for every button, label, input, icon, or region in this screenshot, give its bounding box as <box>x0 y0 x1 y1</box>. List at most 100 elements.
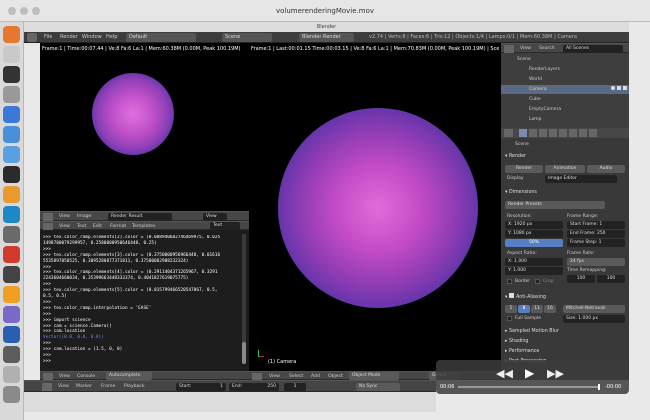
resolution-percentage-field[interactable]: 50% <box>505 239 563 247</box>
rewind-icon[interactable]: ◀◀ <box>496 367 513 380</box>
outliner-item-cube[interactable]: Cube <box>529 96 541 103</box>
3d-viewport[interactable]: Frame:1 | Last:00:01.15 Time:00:03.15 | … <box>249 43 501 371</box>
visibility-eye-icon[interactable] <box>611 86 615 90</box>
render-camera-icon[interactable] <box>623 86 627 90</box>
border-checkbox-box[interactable] <box>507 279 512 284</box>
vlc-icon[interactable] <box>3 186 20 203</box>
console-editor-icon[interactable] <box>43 373 53 380</box>
outliner-tree[interactable]: Scene RenderLayers World Camera Cube Emp… <box>501 53 629 128</box>
layout-selector[interactable]: Default <box>126 33 196 42</box>
folder-icon[interactable] <box>3 366 20 383</box>
outliner-editor-icon[interactable] <box>504 45 514 53</box>
full-sample-checkbox[interactable]: Full Sample <box>507 315 541 322</box>
console-scrollbar[interactable] <box>242 234 246 364</box>
scene-tab-icon[interactable] <box>539 129 547 137</box>
render-tab-icon[interactable] <box>519 129 527 137</box>
dimensions-section-header[interactable]: ▾ Dimensions <box>505 189 537 197</box>
performance-section-header[interactable]: ▸ Performance <box>505 348 539 356</box>
view-selector[interactable]: View <box>203 213 227 221</box>
properties-editor-icon[interactable] <box>504 129 513 137</box>
outliner-filter[interactable]: All Scenes <box>563 45 623 53</box>
material-tab-icon[interactable] <box>589 129 597 137</box>
menu-help[interactable]: Help <box>106 32 117 43</box>
properties-panel[interactable]: Scene ▾ Render Render Animation Audio Di… <box>501 138 629 380</box>
aa-samples-5[interactable]: 5 <box>505 305 517 313</box>
outliner-item-world[interactable]: World <box>529 76 542 83</box>
crop-checkbox-box[interactable] <box>535 279 540 284</box>
end-frame-prop-field[interactable]: End Frame: 250 <box>567 230 625 238</box>
aspect-x-field[interactable]: X: 1.000 <box>505 258 563 266</box>
console-scrollbar-thumb[interactable] <box>242 342 246 364</box>
start-frame-field[interactable]: Start: 1 <box>176 383 226 391</box>
display-selector[interactable]: Image Editor <box>545 175 617 183</box>
render-section-header[interactable]: ▾ Render <box>505 153 526 161</box>
scene-selector[interactable]: Scene <box>222 33 272 42</box>
aa-size-field[interactable]: Size: 1.000 px <box>563 315 625 323</box>
resolution-x-field[interactable]: X: 1920 px <box>505 221 563 229</box>
full-sample-checkbox-box[interactable] <box>507 316 512 321</box>
outliner-menu-search[interactable]: Search <box>539 44 555 53</box>
audio-button[interactable]: Audio <box>587 165 625 173</box>
menu-window[interactable]: Window <box>82 32 102 43</box>
text-selector[interactable]: Text <box>210 222 240 230</box>
word-icon[interactable] <box>3 326 20 343</box>
text-editor-icon[interactable] <box>43 223 53 230</box>
start-frame-prop-field[interactable]: Start Frame: 1 <box>567 221 625 229</box>
timeline-editor-icon[interactable] <box>42 383 52 391</box>
image-menu-view[interactable]: View <box>59 212 70 221</box>
resolution-y-field[interactable]: Y: 1080 px <box>505 230 563 238</box>
outliner-item-camera[interactable]: Camera <box>529 86 547 93</box>
image-selector[interactable]: Render Result <box>108 213 172 221</box>
blender-icon[interactable] <box>3 166 20 183</box>
outliner-item-scene[interactable]: Scene <box>517 56 531 63</box>
python-console[interactable]: >>> tex.color_ramp.elements[2].color = (… <box>40 230 249 371</box>
anti-aliasing-checkbox[interactable] <box>508 293 514 298</box>
constraints-tab-icon[interactable] <box>569 129 577 137</box>
motion-blur-section-header[interactable]: ▸ Sampled Motion Blur <box>505 328 559 336</box>
aa-samples-8[interactable]: 8 <box>518 305 530 313</box>
preferences-icon[interactable] <box>3 86 20 103</box>
outliner-item-lamp[interactable]: Lamp <box>529 116 542 123</box>
aa-filter-selector[interactable]: Mitchell-Netravali <box>563 305 625 313</box>
time-remap-old-field[interactable]: 100 <box>567 275 595 283</box>
data-tab-icon[interactable] <box>579 129 587 137</box>
select-arrow-icon[interactable] <box>617 86 621 90</box>
layers-tab-icon[interactable] <box>529 129 537 137</box>
keychain-icon[interactable] <box>3 226 20 243</box>
time-remap-new-field[interactable]: 100 <box>597 275 625 283</box>
image-editor-icon[interactable] <box>43 213 53 221</box>
end-frame-field[interactable]: End: 250 <box>229 383 279 391</box>
menu-render[interactable]: Render <box>60 32 78 43</box>
outliner-item-emptycamera[interactable]: EmptyCamera <box>529 106 561 113</box>
mode-selector[interactable]: Object Mode <box>349 372 399 380</box>
acrobat-icon[interactable] <box>3 246 20 263</box>
border-checkbox[interactable]: Border <box>507 278 530 285</box>
sync-selector[interactable]: No Sync <box>356 383 400 391</box>
fast-forward-icon[interactable]: ▶▶ <box>547 367 564 380</box>
illustrator-icon[interactable] <box>3 286 20 303</box>
aa-samples-11[interactable]: 11 <box>531 305 543 313</box>
terminal-icon[interactable] <box>3 66 20 83</box>
object-tab-icon[interactable] <box>559 129 567 137</box>
outliner-item-renderlayers[interactable]: RenderLayers <box>529 66 560 73</box>
trash-icon[interactable] <box>3 386 20 403</box>
preview-icon[interactable] <box>3 266 20 283</box>
image-menu-image[interactable]: Image <box>77 212 91 221</box>
app-store-icon[interactable] <box>3 146 20 163</box>
skype-icon[interactable] <box>3 206 20 223</box>
mail-icon[interactable] <box>3 126 20 143</box>
current-frame-field[interactable]: 1 <box>284 383 306 391</box>
player-playhead[interactable] <box>598 384 600 390</box>
aspect-y-field[interactable]: Y: 1.000 <box>505 267 563 275</box>
animation-button[interactable]: Animation <box>545 165 585 173</box>
render-presets-selector[interactable]: Render Presets <box>505 201 605 209</box>
anti-aliasing-section-header[interactable]: ▾ Anti-Aliasing <box>505 293 546 301</box>
player-scrubber[interactable] <box>458 384 600 390</box>
menu-file[interactable]: File <box>44 32 52 43</box>
frame-step-field[interactable]: Frame Step: 1 <box>567 239 625 247</box>
render-button[interactable]: Render <box>505 165 543 173</box>
render-engine-selector[interactable]: Blender Render <box>299 33 354 42</box>
fps-selector[interactable]: 24 fps <box>567 258 625 266</box>
quicktime-icon[interactable] <box>3 346 20 363</box>
itunes-icon[interactable] <box>3 306 20 323</box>
